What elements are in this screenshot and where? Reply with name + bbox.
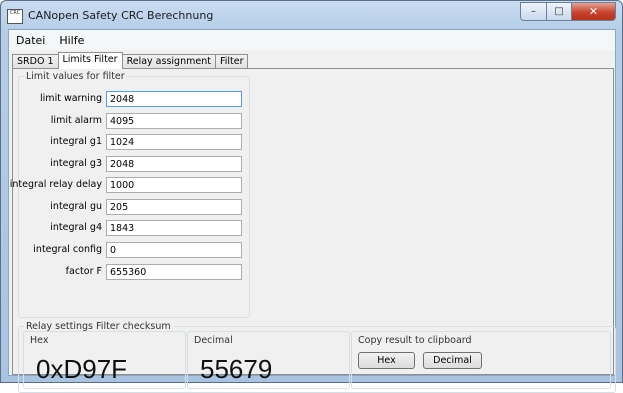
menu-bar: Datei Hilfe [9,30,615,50]
field-row: integral g3 2048 [19,156,247,172]
field-row: integral g1 1024 [19,134,247,150]
window-title: CANopen Safety CRC Berechnung [28,9,214,22]
tab-srdo1[interactable]: SRDO 1 [12,54,59,69]
integral-relay-delay-label: integral relay delay [9,179,102,190]
decimal-value: 55679 [200,354,273,384]
title-bar[interactable]: CRC CANopen Safety CRC Berechnung – □ ✕ [1,1,622,29]
integral-config-input[interactable]: 0 [106,242,242,258]
factor-f-label: factor F [65,266,102,277]
close-button[interactable]: ✕ [572,2,616,21]
limit-warning-input[interactable]: 2048 [106,91,242,107]
maximize-button[interactable]: □ [547,2,572,21]
tab-limits-filter[interactable]: Limits Filter [57,52,123,69]
window-controls: – □ ✕ [520,2,616,21]
limits-filter-panel: Limit values for filter limit warning 20… [10,68,616,393]
limit-values-legend: Limit values for filter [26,71,125,82]
limit-alarm-label: limit alarm [50,115,102,126]
field-row: integral g4 1843 [19,220,247,236]
field-row: limit warning 2048 [19,91,247,107]
hex-box: Hex 0xD97F [23,331,186,389]
limit-values-group: Limit values for filter limit warning 20… [10,71,250,318]
client-area: Datei Hilfe SRDO 1 Limits Filter Relay a… [8,29,616,393]
factor-f-input[interactable]: 655360 [106,264,242,280]
hex-label: Hex [30,335,49,346]
integral-g3-label: integral g3 [50,158,102,169]
menu-datei[interactable]: Datei [9,34,52,47]
close-icon: ✕ [588,5,599,18]
field-row: factor F 655360 [19,264,247,280]
copy-hex-button[interactable]: Hex [358,352,415,369]
decimal-box: Decimal 55679 [187,331,350,389]
integral-g3-input[interactable]: 2048 [106,156,242,172]
integral-g4-input[interactable]: 1843 [106,220,242,236]
menu-hilfe[interactable]: Hilfe [52,34,91,47]
minimize-button[interactable]: – [520,2,547,21]
copy-decimal-button[interactable]: Decimal [423,352,482,369]
crc-app-icon: CRC [7,9,23,24]
copy-box: Copy result to clipboard Hex Decimal [351,331,611,389]
app-window: CRC CANopen Safety CRC Berechnung – □ ✕ … [0,0,623,393]
integral-g1-label: integral g1 [50,136,102,147]
integral-gu-label: integral gu [50,201,102,212]
field-row: integral gu 205 [19,199,247,215]
integral-g1-input[interactable]: 1024 [106,134,242,150]
integral-relay-delay-input[interactable]: 1000 [106,177,242,193]
hex-value: 0xD97F [36,354,128,384]
copy-label: Copy result to clipboard [358,335,472,346]
minimize-icon: – [531,6,536,17]
field-row: integral relay delay 1000 [10,177,247,193]
field-row: integral config 0 [19,242,247,258]
field-row: limit alarm 4095 [19,113,247,129]
integral-g4-label: integral g4 [50,222,102,233]
tab-filter[interactable]: Filter [214,54,249,69]
decimal-label: Decimal [194,335,233,346]
tab-strip: SRDO 1 Limits Filter Relay assignment Fi… [12,52,249,69]
checksum-group: Relay settings Filter checksum Hex 0xD97… [18,321,616,393]
tab-relay-assignment[interactable]: Relay assignment [121,54,216,69]
integral-config-label: integral config [33,244,102,255]
maximize-icon: □ [554,6,564,17]
limit-alarm-input[interactable]: 4095 [106,113,242,129]
integral-gu-input[interactable]: 205 [106,199,242,215]
limit-warning-label: limit warning [40,93,102,104]
